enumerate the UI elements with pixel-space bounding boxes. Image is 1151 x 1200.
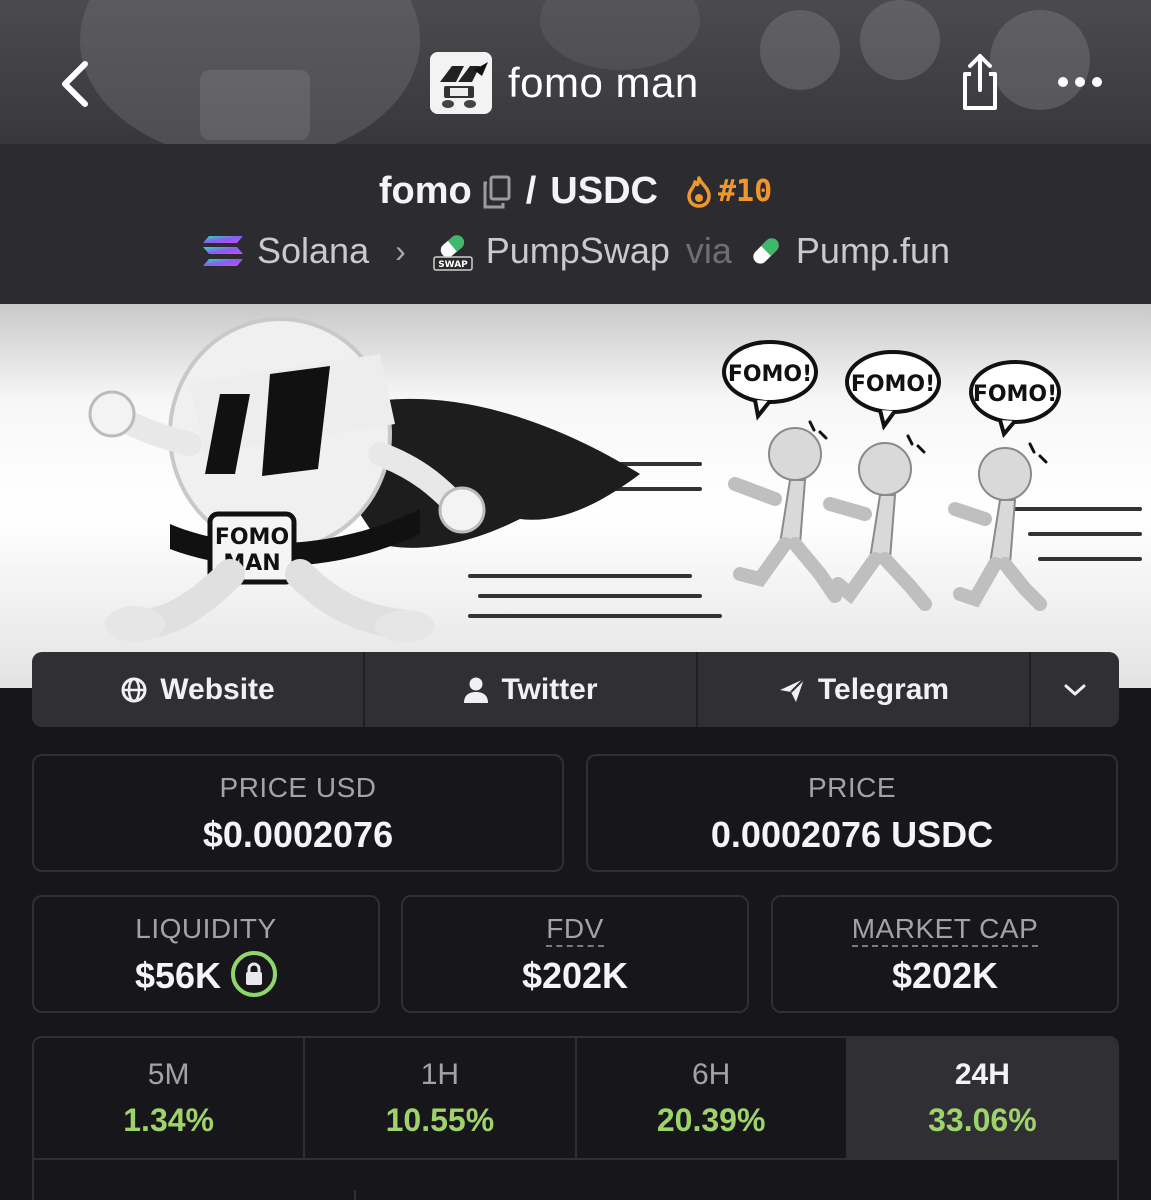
tab-1h-change: 10.55% [385, 1102, 495, 1138]
globe-icon [121, 677, 147, 702]
pair-base-symbol: fomo [378, 170, 472, 212]
paper-plane-icon [779, 677, 805, 702]
banner-illustration: FOMO MAN FOMO! FOMO! FOMO! [88, 317, 1142, 642]
fdv-card: FDV $202K [401, 895, 749, 1013]
twitter-link-button[interactable]: Twitter [365, 652, 698, 727]
market-cap-value: $202K [891, 955, 999, 996]
tab-5m-change: 1.34% [123, 1102, 214, 1138]
social-links-bar: Website Twitter Telegram [32, 652, 1119, 727]
more-horizontal-icon [1058, 77, 1102, 87]
price-quote-value: 0.0002076 USDC [710, 814, 994, 855]
website-link-label: Website [160, 672, 275, 706]
liquidity-card: LIQUIDITY $56K [32, 895, 380, 1013]
website-link-button[interactable]: Website [32, 652, 365, 727]
tab-1h[interactable]: 1H 10.55% [305, 1038, 577, 1158]
price-change-tabs: 5M 1.34% 1H 10.55% 6H 20.39% 24H 33.06% [32, 1036, 1119, 1160]
tab-24h-change: 33.06% [928, 1102, 1037, 1138]
share-icon [963, 54, 997, 110]
pair-quote-symbol: USDC [550, 170, 658, 212]
token-banner-image: FOMO MAN FOMO! FOMO! FOMO! [0, 304, 1151, 688]
speech-bubble-1: FOMO! [728, 362, 812, 387]
launchpad-name[interactable]: Pump.fun [796, 230, 950, 272]
header-title-group: fomo man [430, 52, 699, 114]
solana-icon [203, 236, 243, 266]
transactions-panel-top [32, 1158, 1119, 1200]
back-button[interactable] [44, 52, 104, 116]
chevron-right-icon: › [395, 232, 406, 269]
price-usd-value: $0.0002076 [202, 814, 394, 855]
tab-6h-change: 20.39% [656, 1102, 766, 1138]
more-options-button[interactable] [1050, 60, 1110, 104]
pair-separator: / [525, 170, 537, 212]
more-links-dropdown[interactable] [1031, 652, 1119, 727]
chain-name[interactable]: Solana [257, 230, 369, 272]
liquidity-value: $56K [134, 955, 222, 996]
trending-rank-value: #10 [717, 174, 773, 209]
top-bar: fomo man [0, 0, 1151, 144]
copy-icon[interactable] [482, 175, 512, 209]
tab-5m[interactable]: 5M 1.34% [34, 1038, 306, 1158]
tab-6h[interactable]: 6H 20.39% [576, 1038, 848, 1158]
market-cap-card: MARKET CAP $202K [771, 895, 1119, 1013]
pair-info-band [0, 144, 1151, 304]
share-button[interactable] [950, 46, 1010, 118]
chevron-down-icon [1064, 684, 1086, 695]
page-title: fomo man [508, 59, 699, 106]
liquidity-value-row: $56K [34, 951, 378, 1001]
speech-bubble-3: FOMO! [973, 382, 1057, 407]
via-label: via [685, 230, 732, 271]
tab-5m-label: 5M [147, 1058, 190, 1091]
price-usd-card: PRICE USD $0.0002076 [32, 754, 564, 872]
price-usd-label: PRICE USD [219, 772, 377, 803]
hero-badge-line1: FOMO [215, 525, 289, 550]
price-quote-label: PRICE [807, 772, 897, 803]
user-icon [464, 677, 489, 703]
dex-badge-text: SWAP [438, 260, 468, 270]
token-logo [430, 52, 492, 114]
tab-24h[interactable]: 24H 33.06% [847, 1038, 1117, 1158]
pumpfun-pill-icon [753, 238, 779, 264]
telegram-link-label: Telegram [817, 672, 950, 706]
price-quote-card: PRICE 0.0002076 USDC [586, 754, 1118, 872]
chain-breadcrumb: Solana › SWAP PumpSwap via Pump.fun [0, 230, 1151, 272]
dex-name[interactable]: PumpSwap [486, 230, 670, 272]
trending-rank[interactable]: #10 [686, 174, 772, 209]
liquidity-label: LIQUIDITY [135, 913, 277, 944]
pumpswap-icon: SWAP [433, 235, 473, 271]
speech-bubble-2: FOMO! [851, 372, 935, 397]
pair-row: fomo / USDC #10 [0, 170, 1151, 213]
tab-1h-label: 1H [420, 1058, 460, 1091]
liquidity-lock-icon[interactable] [231, 951, 278, 998]
fdv-label[interactable]: FDV [546, 913, 604, 947]
fdv-value: $202K [521, 955, 629, 996]
telegram-link-button[interactable]: Telegram [698, 652, 1031, 727]
chevron-left-icon [62, 61, 88, 107]
market-cap-label[interactable]: MARKET CAP [851, 913, 1039, 947]
tab-6h-label: 6H [691, 1058, 731, 1091]
tab-24h-label: 24H [954, 1058, 1010, 1091]
fire-icon [687, 175, 711, 208]
panel-divider [354, 1190, 356, 1200]
twitter-link-label: Twitter [501, 672, 598, 706]
